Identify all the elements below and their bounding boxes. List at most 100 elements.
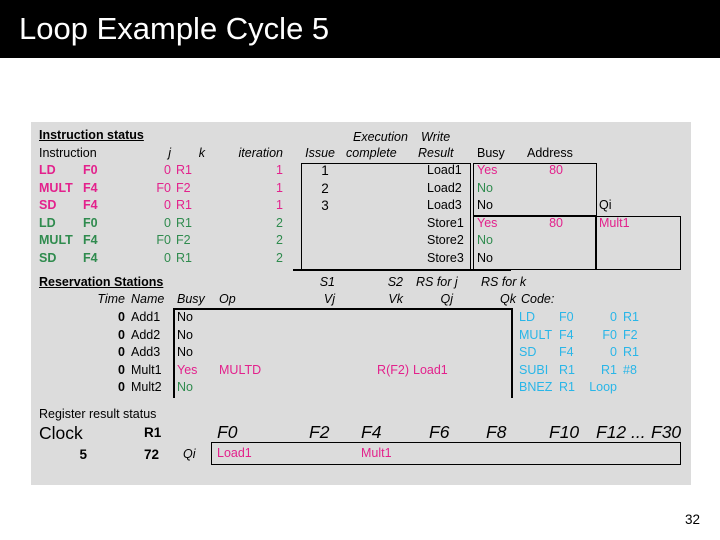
qi-label: Qi [183,447,196,461]
register-header: F10 [549,422,580,442]
load-store-unit-name: Store2 [427,233,464,247]
header-k: k [198,146,205,160]
load-store-unit-name: Load3 [427,198,462,212]
code-operand-c: R1 [623,345,639,359]
rs-header-underline [293,269,511,271]
register-header: F6 [429,422,450,442]
header-qi: Qi [599,198,612,212]
instruction-k: F2 [176,180,191,195]
instruction-dest: F4 [83,180,98,195]
code-operand-c: R1 [623,310,639,324]
load-store-unit-name: Store1 [427,215,464,230]
instruction-dest: F0 [83,215,98,230]
code-operand-b: 0 [610,345,617,359]
instruction-iteration: 1 [276,163,283,177]
issue-value: 1 [321,163,329,178]
header-busy-ls: Busy [477,146,505,160]
rs-name: Add1 [131,310,161,324]
header-s1: S1 [319,275,335,289]
header-instruction: Instruction [39,146,97,160]
instruction-k: R1 [176,215,192,230]
instruction-op: MULT [39,233,73,247]
code-left-rule [511,308,513,398]
load-store-unit-name: Load2 [427,180,462,195]
instruction-k: R1 [176,250,192,265]
rs-vk: R(F2) [377,362,409,377]
clock-label: Clock [39,423,83,443]
code-label: Code: [521,292,555,306]
header-qk: Qk [500,292,516,306]
rs-busy: Yes [177,362,198,377]
instruction-dest: F4 [83,198,98,212]
code-operand-b: Loop [589,380,617,394]
rs-left-rule [173,308,175,398]
instruction-j: 0 [164,215,171,230]
header-result: Result [418,146,454,160]
header-rs-for-j: RS for j [416,275,458,289]
rs-busy: No [177,345,193,359]
header-execution: Execution [353,130,408,144]
instruction-k: F2 [176,233,191,247]
register-header: F8 [486,422,507,442]
instruction-iteration: 1 [276,198,283,212]
header-complete: complete [346,146,397,160]
rs-name: Add3 [131,345,161,359]
rs-busy: No [177,310,193,324]
code-op: SD [519,345,537,359]
instruction-op: SD [39,250,57,265]
header-address: Address [527,146,573,160]
instruction-k: R1 [176,198,192,212]
tomasulo-diagram-panel: Instruction status Instruction j k itera… [31,122,691,485]
instruction-dest: F4 [83,233,98,247]
instruction-j: 0 [164,198,171,212]
page-title: Loop Example Cycle 5 [19,11,330,46]
slide-title-bar: Loop Example Cycle 5 [0,0,720,58]
rs-time: 0 [118,327,125,342]
load-store-unit-name: Load1 [427,163,462,177]
header-op: Op [219,292,236,306]
header-name: Name [131,292,165,306]
instruction-iteration: 2 [276,233,283,247]
rs-time: 0 [118,380,125,394]
header-busy-rs: Busy [177,292,205,306]
clock-value: 5 [79,447,87,462]
instruction-op: MULT [39,180,73,195]
register-value: Mult1 [361,446,392,460]
load-store-busy-box [473,163,597,270]
code-op: LD [519,310,535,324]
code-operand-b: F0 [602,327,617,342]
register-value: Load1 [217,446,252,460]
issue-value: 2 [321,180,329,196]
code-op: MULT [519,327,553,342]
rs-qj: Load1 [413,362,448,377]
rs-name: Add2 [131,327,161,342]
header-j: j [168,146,171,160]
header-issue: Issue [305,146,335,160]
header-write: Write [421,130,451,144]
load-store-divider [473,215,596,217]
code-operand-b: 0 [610,310,617,324]
page-number: 32 [685,512,701,527]
register-header: F30 [651,422,682,442]
code-operand-a: F4 [559,327,574,342]
register-header: F0 [217,422,238,442]
instruction-status-heading: Instruction status [39,128,144,142]
header-vj: Vj [323,292,335,306]
code-operand-c: F2 [623,327,638,342]
instruction-j: F0 [156,180,171,195]
rs-busy: No [177,327,193,342]
register-header: F4 [361,422,382,442]
header-vk: Vk [388,292,403,306]
instruction-j: 0 [164,163,171,177]
rs-top-rule [173,308,511,310]
instruction-op: SD [39,198,57,212]
instruction-iteration: 2 [276,250,283,265]
instruction-k: R1 [176,163,192,177]
instruction-dest: F4 [83,250,98,265]
reservation-stations-heading: Reservation Stations [39,275,164,289]
load-store-unit-name: Store3 [427,250,464,265]
code-op: BNEZ [519,380,553,394]
code-operand-a: F0 [559,310,574,324]
instruction-op: LD [39,215,56,230]
header-qj: Qj [440,292,454,306]
